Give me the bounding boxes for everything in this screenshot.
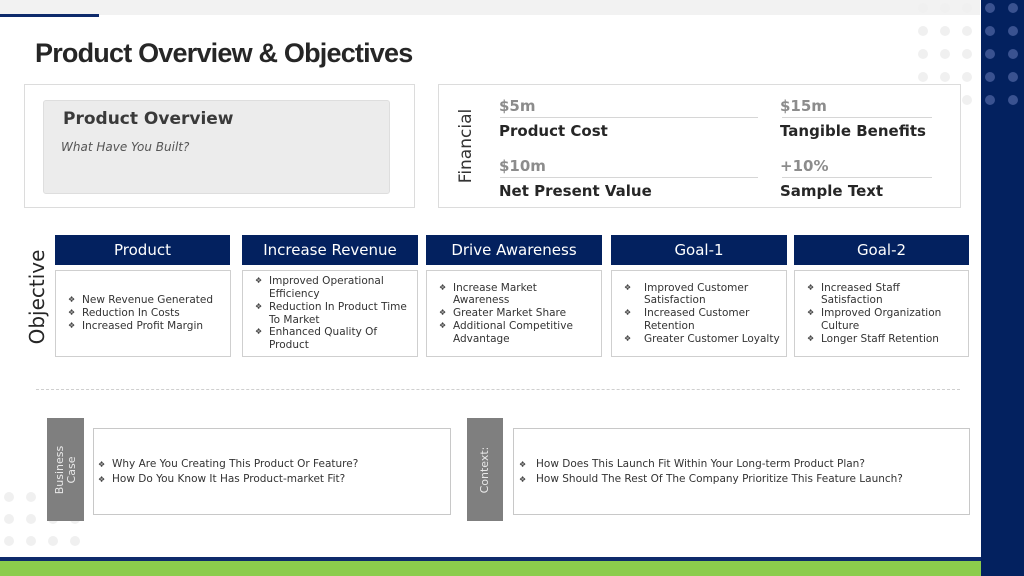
objective-bullet: Reduction In Costs	[68, 307, 213, 320]
right-navy-panel	[981, 0, 1024, 576]
objective-bullet: Increased Profit Margin	[68, 320, 213, 333]
financial-divider	[500, 117, 758, 118]
context-label: Context:	[478, 446, 491, 493]
objective-card-product: New Revenue Generated Reduction In Costs…	[55, 270, 231, 357]
decorative-dot	[1008, 72, 1018, 82]
objective-bullet: Greater Market Share	[439, 307, 595, 320]
decorative-dot	[918, 26, 928, 36]
decorative-dot	[26, 514, 36, 524]
decorative-dot	[48, 536, 58, 546]
decorative-dot	[26, 536, 36, 546]
financial-name: Product Cost	[499, 122, 608, 140]
financial-divider	[782, 177, 932, 178]
objective-bullet: Increased Customer Retention	[624, 307, 780, 333]
financial-value: +10%	[780, 157, 829, 175]
objective-bullet: Increase Market Awareness	[439, 282, 595, 308]
decorative-dot	[70, 536, 80, 546]
objective-header-drive-awareness: Drive Awareness	[426, 235, 602, 265]
decorative-dot	[1008, 95, 1018, 105]
business-case-bullet: Why Are You Creating This Product Or Fea…	[98, 457, 358, 472]
decorative-dot	[1008, 49, 1018, 59]
decorative-dot	[4, 514, 14, 524]
product-overview-title: Product Overview	[63, 109, 234, 129]
section-divider	[36, 389, 960, 390]
context-bullet: How Does This Launch Fit Within Your Lon…	[519, 457, 903, 472]
objective-bullet: Improved Customer Satisfaction	[624, 282, 780, 308]
objective-header-goal-2: Goal-2	[794, 235, 969, 265]
decorative-dot	[962, 95, 972, 105]
decorative-dot	[985, 26, 995, 36]
decorative-dot	[985, 3, 995, 13]
decorative-dot	[962, 3, 972, 13]
objective-bullet: Reduction In Product Time To Market	[255, 301, 411, 327]
decorative-dot	[940, 49, 950, 59]
objective-bullet: Greater Customer Loyalty	[624, 333, 780, 346]
objective-bullet: Increased Staff Satisfaction	[807, 282, 962, 308]
objective-bullet: Enhanced Quality Of Product	[255, 326, 411, 352]
decorative-dot	[962, 72, 972, 82]
objective-card-goal-2: Increased Staff Satisfaction Improved Or…	[794, 270, 969, 357]
decorative-dot	[4, 492, 14, 502]
business-case-box: Why Are You Creating This Product Or Fea…	[93, 428, 451, 515]
decorative-dot	[940, 72, 950, 82]
decorative-dot	[918, 49, 928, 59]
decorative-dot	[1008, 3, 1018, 13]
decorative-dot	[985, 49, 995, 59]
business-case-label: Business Case	[52, 445, 78, 494]
financial-name: Net Present Value	[499, 182, 652, 200]
context-tab: Context:	[467, 418, 503, 521]
financial-divider	[782, 117, 932, 118]
context-bullet: How Should The Rest Of The Company Prior…	[519, 472, 903, 487]
objective-bullet: Additional Competitive Advantage	[439, 320, 595, 346]
business-case-bullet: How Do You Know It Has Product-market Fi…	[98, 472, 358, 487]
decorative-dot	[918, 72, 928, 82]
objective-card-increase-revenue: Improved Operational Efficiency Reductio…	[242, 270, 418, 357]
top-accent-line	[0, 14, 99, 17]
objective-bullet: Improved Operational Efficiency	[255, 275, 411, 301]
decorative-dot	[1008, 26, 1018, 36]
bottom-green-bar	[0, 561, 981, 576]
objective-bullet: Longer Staff Retention	[807, 333, 962, 346]
page-title: Product Overview & Objectives	[35, 38, 413, 68]
objective-header-goal-1: Goal-1	[611, 235, 787, 265]
decorative-dot	[26, 492, 36, 502]
financial-value: $5m	[499, 97, 536, 115]
decorative-dot	[918, 3, 928, 13]
decorative-dot	[985, 72, 995, 82]
decorative-dot	[985, 95, 995, 105]
objective-header-increase-revenue: Increase Revenue	[242, 235, 418, 265]
decorative-dot	[940, 26, 950, 36]
decorative-dot	[4, 536, 14, 546]
objective-bullet: Improved Organization Culture	[807, 307, 962, 333]
top-bar	[0, 0, 980, 15]
product-overview-subtitle: What Have You Built?	[61, 140, 190, 154]
context-box: How Does This Launch Fit Within Your Lon…	[513, 428, 970, 515]
financial-name: Tangible Benefits	[780, 122, 926, 140]
decorative-dot	[962, 49, 972, 59]
objective-bullet: New Revenue Generated	[68, 294, 213, 307]
business-case-tab: Business Case	[47, 418, 84, 521]
financial-divider	[500, 177, 758, 178]
objective-header-product: Product	[55, 235, 230, 265]
objective-label: Objective	[25, 249, 49, 345]
decorative-dot	[962, 26, 972, 36]
financial-name: Sample Text	[780, 182, 884, 200]
decorative-dot	[940, 3, 950, 13]
objective-card-goal-1: Improved Customer Satisfaction Increased…	[611, 270, 787, 357]
objective-card-drive-awareness: Increase Market Awareness Greater Market…	[426, 270, 602, 357]
financial-value: $15m	[780, 97, 827, 115]
financial-value: $10m	[499, 157, 546, 175]
financial-label: Financial	[456, 108, 476, 184]
